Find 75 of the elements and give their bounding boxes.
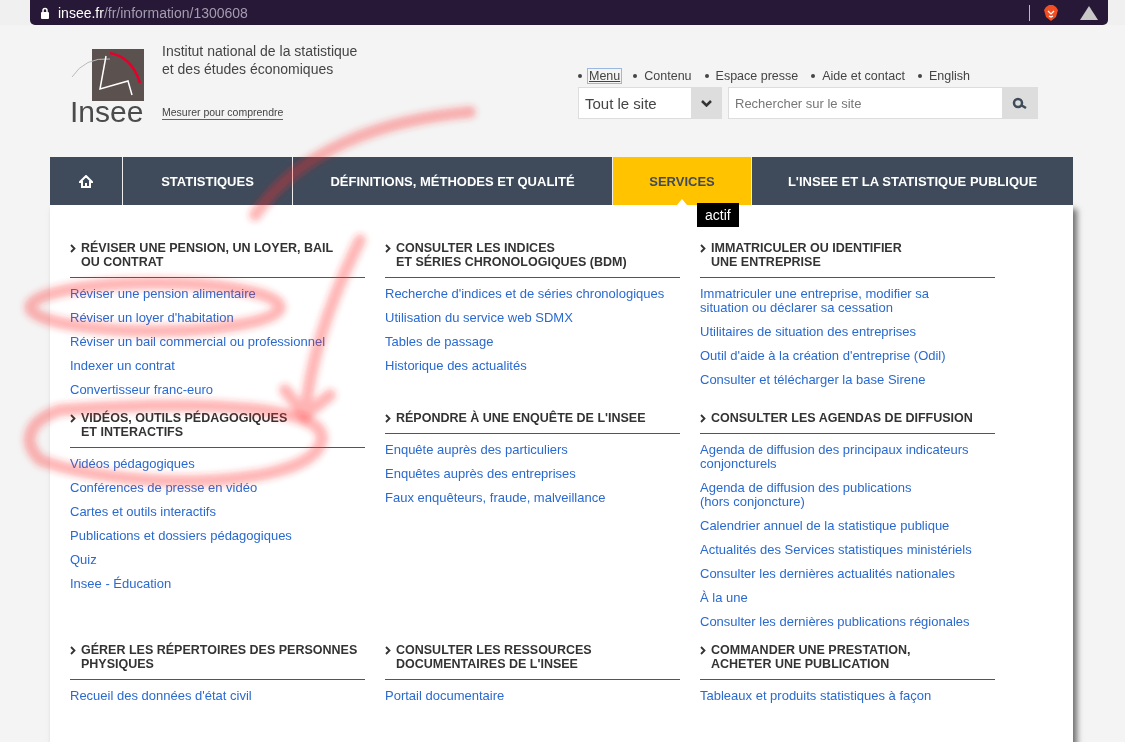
section-heading: IMMATRICULER OU IDENTIFIER UNE ENTREPRISE — [711, 241, 902, 269]
service-link[interactable]: Quiz — [70, 553, 97, 567]
tagline: Mesurer pour comprendre — [162, 106, 284, 120]
section-heading: VIDÉOS, OUTILS PÉDAGOGIQUES ET INTERACTIFS — [81, 411, 288, 439]
section-heading: RÉPONDRE À UNE ENQUÊTE DE L'INSEE — [396, 411, 646, 425]
service-link[interactable]: Recherche d'indices et de séries chronologiques — [385, 287, 665, 301]
service-link[interactable]: Agenda de diffusion des publications (hors conjoncture) — [700, 481, 912, 509]
service-link[interactable]: Publications et dossiers pédagogiques — [70, 529, 292, 543]
service-link[interactable]: Conférences de presse en vidéo — [70, 481, 258, 495]
service-link[interactable]: Agenda de diffusion des principaux indicateurs conjoncturels — [700, 443, 969, 471]
service-link[interactable]: Tableaux et produits statistiques à façon — [700, 689, 932, 703]
chevron-right-icon — [385, 244, 391, 253]
chevron-right-icon — [385, 414, 391, 423]
lion-shield-icon[interactable] — [1044, 4, 1058, 21]
section-heading: CONSULTER LES INDICES ET SÉRIES CHRONOLOGIQUES (BDM) — [396, 241, 627, 269]
service-link[interactable]: Réviser un loyer d'habitation — [70, 311, 234, 325]
service-link[interactable]: Consulter les dernières publications régionales — [700, 615, 970, 629]
service-link[interactable]: Réviser une pension alimentaire — [70, 287, 256, 301]
service-link[interactable]: Consulter les dernières actualités nationales — [700, 567, 956, 581]
triangle-icon[interactable] — [1080, 5, 1098, 20]
service-link[interactable]: Utilisation du service web SDMX — [385, 311, 573, 325]
tooltip: actif — [697, 203, 739, 227]
service-link[interactable]: Convertisseur franc-euro — [70, 383, 214, 397]
section-heading: COMMANDER UNE PRESTATION, ACHETER UNE PUBLICATION — [711, 643, 911, 671]
address-bar-url[interactable]: insee.fr/fr/information/1300608 — [58, 4, 248, 21]
chevron-right-icon — [385, 646, 391, 655]
scope-select[interactable]: Tout le site — [578, 87, 722, 119]
logo-text: Insee — [70, 97, 144, 127]
nav-tab[interactable]: SERVICES — [613, 157, 752, 205]
chevron-right-icon — [70, 646, 76, 655]
service-link[interactable]: Enquête auprès des particuliers — [385, 443, 568, 457]
top-link[interactable]: Contenu — [643, 69, 693, 83]
service-link[interactable]: À la une — [700, 591, 748, 605]
search-button[interactable] — [1002, 87, 1038, 119]
service-link[interactable]: Cartes et outils interactifs — [70, 505, 216, 519]
top-link[interactable]: Aide et contact — [821, 69, 906, 83]
service-link[interactable]: Historique des actualités — [385, 359, 527, 373]
chevron-right-icon — [700, 646, 706, 655]
chevron-right-icon — [70, 244, 76, 253]
home-icon — [79, 174, 93, 188]
service-link[interactable]: Vidéos pédagogiques — [70, 457, 195, 471]
bullet-icon — [704, 74, 709, 78]
service-link[interactable]: Consulter et télécharger la base Sirene — [700, 373, 926, 387]
bullet-icon — [811, 74, 816, 78]
service-link[interactable]: Tables de passage — [385, 335, 494, 349]
bullet-icon — [578, 74, 582, 78]
service-link[interactable]: Immatriculer une entreprise, modifier sa situation ou déclarer sa cessation — [700, 287, 930, 315]
service-link[interactable]: Utilitaires de situation des entreprises — [700, 325, 917, 339]
service-link[interactable]: Actualités des Services statistiques ministériels — [700, 543, 972, 557]
service-link[interactable]: Outil d'aide à la création d'entreprise (Odil) — [700, 349, 946, 363]
lock-icon — [40, 6, 50, 19]
section-heading: CONSULTER LES AGENDAS DE DIFFUSION — [711, 411, 973, 425]
chevron-right-icon — [700, 414, 706, 423]
service-link[interactable]: Insee - Éducation — [70, 577, 172, 591]
top-link[interactable]: Menu — [588, 69, 622, 83]
chevron-right-icon — [70, 414, 76, 423]
search-icon — [1012, 97, 1028, 109]
service-link[interactable]: Portail documentaire — [385, 689, 505, 703]
bullet-icon — [917, 74, 922, 78]
search-field[interactable]: Rechercher sur le site — [728, 87, 1002, 119]
chevron-right-icon — [700, 244, 706, 253]
section-heading: GÉRER LES RÉPERTOIRES DES PERSONNES PHYSIQUES — [81, 643, 358, 671]
service-link[interactable]: Calendrier annuel de la statistique publique — [700, 519, 950, 533]
top-link[interactable]: Espace presse — [714, 69, 800, 83]
service-link[interactable]: Enquêtes auprès des entreprises — [385, 467, 576, 481]
section-heading: RÉVISER UNE PENSION, UN LOYER, BAIL OU CONTRAT — [81, 241, 334, 269]
service-link[interactable]: Réviser un bail commercial ou professionnel — [70, 335, 326, 349]
section-heading: CONSULTER LES RESSOURCES DOCUMENTAIRES DE L'INSEE — [396, 643, 592, 671]
service-link[interactable]: Indexer un contrat — [70, 359, 175, 373]
chevron-down-icon — [700, 99, 712, 107]
top-link[interactable]: English — [927, 69, 971, 83]
service-link[interactable]: Faux enquêteurs, fraude, malveillance — [385, 491, 606, 505]
bullet-icon — [633, 74, 638, 78]
service-link[interactable]: Recueil des données d'état civil — [70, 689, 252, 703]
org-name: Institut national de la statistique et des études économiques — [162, 42, 358, 78]
